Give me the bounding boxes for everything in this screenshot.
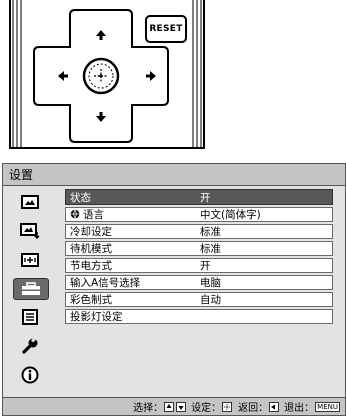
menu-item-lamp-setting[interactable]: 投影灯设定 [65,309,333,324]
menu-item-label: 输入A信号选择 [70,277,141,289]
menu-item-power-saving[interactable]: 节电方式 开 [65,258,333,273]
menu-item-language[interactable]: 语言 中文(简体字) [65,207,333,222]
back-hint-label: 返回： [238,403,269,414]
settings-list: 状态 开 语言 中文(简体字) 冷却设定 标准 待机模式 标准 节电方式 开 输… [65,187,333,324]
menu-item-value: 开 [200,260,211,272]
enter-key-icon [222,401,233,412]
wrench-icon[interactable] [13,336,47,356]
menu-item-value: 电脑 [200,277,221,289]
picture-adjust-icon[interactable] [13,221,47,241]
info-icon[interactable] [13,365,47,385]
menu-key-icon: MENU [315,401,340,412]
up-key-icon [164,401,175,412]
setup-menu-screen: 设置 状态 开 语言 中文(简体字) 冷却设定 标准 待机模式 标准 节电方式 … [2,163,346,416]
menu-item-value: 标准 [200,243,221,255]
menu-item-value: 自动 [200,294,221,306]
globe-icon [70,209,80,219]
function-menu-icon[interactable] [13,307,47,327]
menu-title: 设置 [3,164,345,186]
select-hint-label: 选择： [133,403,164,414]
screen-icon[interactable] [13,250,47,270]
menu-item-standby[interactable]: 待机模式 标准 [65,241,333,256]
left-key-icon [269,401,280,412]
menu-item-label: 彩色制式 [70,294,112,306]
picture-icon[interactable] [13,192,47,212]
menu-item-label: 语言 [83,209,104,221]
menu-item-cooling[interactable]: 冷却设定 标准 [65,224,333,239]
reset-button[interactable]: RESET [145,15,187,43]
menu-sidebar [9,190,57,396]
menu-item-value: 中文(简体字) [200,209,261,221]
menu-item-label: 冷却设定 [70,226,112,238]
enter-button[interactable] [82,57,120,95]
menu-item-status[interactable]: 状态 开 [65,189,333,205]
exit-hint-label: 退出： [284,403,315,414]
menu-item-label: 待机模式 [70,243,112,255]
menu-item-label: 状态 [70,191,91,204]
menu-footer-hints: 选择： 设定： 返回： 退出： MENU [3,397,345,415]
menu-item-label-wrap: 语言 [70,207,104,222]
menu-item-value: 开 [200,191,211,204]
set-hint-label: 设定： [191,403,222,414]
menu-item-color-system[interactable]: 彩色制式 自动 [65,292,333,307]
menu-item-value: 标准 [200,226,221,238]
setup-toolbox-icon[interactable] [13,278,49,300]
down-key-icon [176,401,187,412]
menu-item-input-a-signal[interactable]: 输入A信号选择 电脑 [65,275,333,290]
remote-illustration: RESET [0,0,346,152]
menu-item-label: 投影灯设定 [70,311,123,323]
menu-item-label: 节电方式 [70,260,112,272]
